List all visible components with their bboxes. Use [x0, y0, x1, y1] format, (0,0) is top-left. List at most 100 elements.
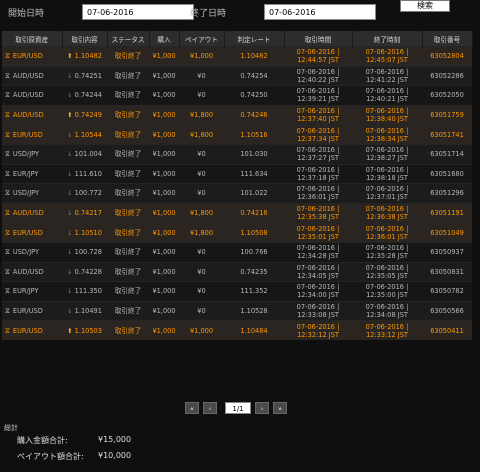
table-row[interactable]: ⧖ USD/JPY ↓ 100.772 取引終了 ¥1,000 ¥0 101.022 07-0… [2, 183, 472, 204]
trade-clock: 12:33:08 JST [297, 311, 339, 320]
trade-time-cell: 07-06-2016 | 12:32:12 JST [284, 320, 352, 340]
table-row[interactable]: ⧖ AUD/USD ⬆ 0.74249 取引終了 ¥1,000 ¥1,800 0.74246… [2, 104, 472, 125]
purchase-cell: ¥1,000 [149, 124, 179, 145]
start-date-label: 開始日時 [8, 9, 45, 19]
asset-name: USD/JPY [12, 150, 40, 159]
trade-id-cell: 63050937 [422, 241, 472, 263]
end-clock: 12:35:28 JST [366, 252, 408, 261]
payout-cell: ¥1,800 [179, 202, 224, 223]
trade-id-cell: 63051680 [422, 163, 472, 184]
payout-cell: ¥0 [179, 163, 224, 184]
end-time-cell: 07-06-2016 | 12:36:01 JST [352, 222, 422, 243]
table-row[interactable]: ⧖ AUD/USD ↓ 0.74228 取引終了 ¥1,000 ¥0 0.74235 07-0… [2, 261, 472, 282]
end-date: 07-06-2016 | [365, 146, 409, 155]
col-judge-rate[interactable]: 判定レート [224, 31, 285, 47]
direction-cell: ⬆ 0.74249 [62, 104, 107, 125]
start-date-input[interactable]: 07-06-2016 [82, 4, 194, 20]
end-time-cell: 07-06-2016 | 12:38:18 JST [352, 163, 422, 184]
end-clock: 12:38:34 JST [366, 134, 408, 143]
purchase-cell: ¥1,000 [149, 300, 179, 321]
end-clock: 12:36:01 JST [366, 232, 408, 241]
direction-cell: ↓ 0.74217 [62, 202, 107, 223]
table-header: 取引原資産 取引内容 ステータス 購入 ペイアウト 判定レート 取引時間 終了時… [2, 31, 473, 47]
trade-date: 07-06-2016 | [296, 263, 340, 272]
end-time-cell: 07-06-2016 | 12:41:22 JST [352, 65, 422, 86]
search-button[interactable]: 検索 [400, 0, 450, 12]
end-clock: 12:37:01 JST [366, 193, 408, 202]
trade-time-cell: 07-06-2016 | 12:33:08 JST [284, 300, 352, 321]
judge-rate-cell: 1.10528 [224, 300, 284, 321]
col-payout[interactable]: ペイアウト [179, 31, 225, 47]
purchase-cell: ¥1,000 [149, 241, 179, 263]
asset-name: EUR/USD [12, 228, 43, 237]
hourglass-icon: ⧖ [5, 307, 10, 316]
arrow-down-icon: ↓ [67, 130, 73, 139]
arrow-down-icon: ↓ [67, 169, 73, 178]
table-row[interactable]: ⧖ USD/JPY ↓ 100.728 取引終了 ¥1,000 ¥0 100.766 07-0… [2, 241, 472, 263]
payout-total-label: ペイアウト額合計: [17, 452, 84, 461]
end-time-cell: 07-06-2016 | 12:40:21 JST [352, 85, 422, 106]
direction-cell: ↓ 1.10544 [62, 124, 107, 145]
table-row[interactable]: ⧖ EUR/JPY ↓ 111.610 取引終了 ¥1,000 ¥0 111.634 07-0… [2, 163, 472, 184]
trade-clock: 12:37:18 JST [297, 173, 339, 182]
purchase-cell: ¥1,000 [149, 261, 179, 282]
asset-name: USD/JPY [12, 248, 40, 257]
table-row[interactable]: ⧖ AUD/USD ↓ 0.74251 取引終了 ¥1,000 ¥0 0.74254 07-0… [2, 65, 472, 86]
col-end-time[interactable]: 終了時刻 [352, 31, 423, 47]
table-row[interactable]: ⧖ EUR/USD ↓ 1.10544 取引終了 ¥1,000 ¥1,800 1.10516… [2, 124, 472, 145]
asset-name: AUD/USD [12, 71, 44, 80]
payout-cell: ¥1,800 [179, 104, 224, 125]
payout-cell: ¥0 [179, 65, 224, 86]
first-page-button[interactable]: « [185, 402, 199, 414]
table-row[interactable]: ⧖ EUR/JPY ↓ 111.350 取引終了 ¥1,000 ¥0 111.352 07-0… [2, 281, 472, 302]
table-row[interactable]: ⧖ EUR/USD ⬆ 1.10482 取引終了 ¥1,000 ¥1,000 1.10482… [2, 46, 472, 67]
payout-cell: ¥0 [179, 281, 224, 302]
trade-clock: 12:34:05 JST [297, 271, 339, 280]
arrow-down-icon: ↓ [67, 248, 73, 257]
end-time-cell: 07-06-2016 | 12:36:38 JST [352, 202, 422, 223]
table-row[interactable]: ⧖ AUD/USD ↓ 0.74217 取引終了 ¥1,000 ¥1,800 0.74216… [2, 202, 472, 223]
prev-page-button[interactable]: ‹ [203, 402, 217, 414]
end-time-cell: 07-06-2016 | 12:45:07 JST [352, 46, 422, 67]
trade-time-cell: 07-06-2016 | 12:34:00 JST [284, 281, 352, 302]
judge-rate-cell: 111.352 [224, 281, 284, 302]
asset-cell: ⧖ USD/JPY [2, 241, 62, 263]
direction-cell: ↓ 1.10510 [62, 222, 107, 243]
status-cell: 取引終了 [107, 104, 149, 125]
trade-date: 07-06-2016 | [296, 107, 340, 116]
page-input[interactable]: 1/1 [225, 402, 251, 414]
status-cell: 取引終了 [107, 124, 149, 145]
judge-rate-cell: 101.030 [224, 143, 284, 165]
payout-cell: ¥1,000 [179, 46, 224, 67]
trade-id-cell: 63050782 [422, 281, 472, 302]
asset-name: EUR/JPY [12, 287, 39, 296]
trade-id-cell: 63052286 [422, 65, 472, 86]
trade-id-cell: 63050566 [422, 300, 472, 321]
col-direction[interactable]: 取引内容 [62, 31, 108, 47]
end-date-input[interactable]: 07-06-2016 [264, 4, 376, 20]
asset-cell: ⧖ AUD/USD [2, 104, 62, 125]
hourglass-icon: ⧖ [5, 91, 10, 100]
asset-name: EUR/USD [12, 307, 43, 316]
table-row[interactable]: ⧖ AUD/USD ↓ 0.74244 取引終了 ¥1,000 ¥0 0.74250 07-0… [2, 85, 472, 106]
asset-cell: ⧖ USD/JPY [2, 143, 62, 165]
next-page-button[interactable]: › [255, 402, 269, 414]
col-purchase[interactable]: 購入 [149, 31, 180, 47]
col-status[interactable]: ステータス [107, 31, 150, 47]
table-row[interactable]: ⧖ EUR/USD ↓ 1.10510 取引終了 ¥1,000 ¥1,800 1.10508… [2, 222, 472, 243]
trade-history-table: 取引原資産 取引内容 ステータス 購入 ペイアウト 判定レート 取引時間 終了時… [2, 31, 473, 340]
asset-name: AUD/USD [12, 267, 44, 276]
judge-rate-cell: 1.10482 [224, 46, 284, 67]
table-row[interactable]: ⧖ EUR/USD ↓ 1.10491 取引終了 ¥1,000 ¥0 1.10528 07-0… [2, 300, 472, 321]
end-date: 07-06-2016 | [365, 107, 409, 116]
judge-rate-cell: 1.10484 [224, 320, 284, 340]
col-trade-id[interactable]: 取引番号 [422, 31, 473, 47]
col-trade-time[interactable]: 取引時間 [284, 31, 353, 47]
entry-rate: 100.728 [74, 248, 102, 257]
trade-date: 07-06-2016 | [296, 322, 340, 331]
col-asset[interactable]: 取引原資産 [2, 31, 63, 47]
trade-id-cell: 63052050 [422, 85, 472, 106]
table-row[interactable]: ⧖ USD/JPY ↓ 101.004 取引終了 ¥1,000 ¥0 101.030 07-0… [2, 143, 472, 165]
table-row[interactable]: ⧖ EUR/USD ⬆ 1.10503 取引終了 ¥1,000 ¥1,000 1.10484… [2, 320, 472, 340]
last-page-button[interactable]: » [273, 402, 287, 414]
